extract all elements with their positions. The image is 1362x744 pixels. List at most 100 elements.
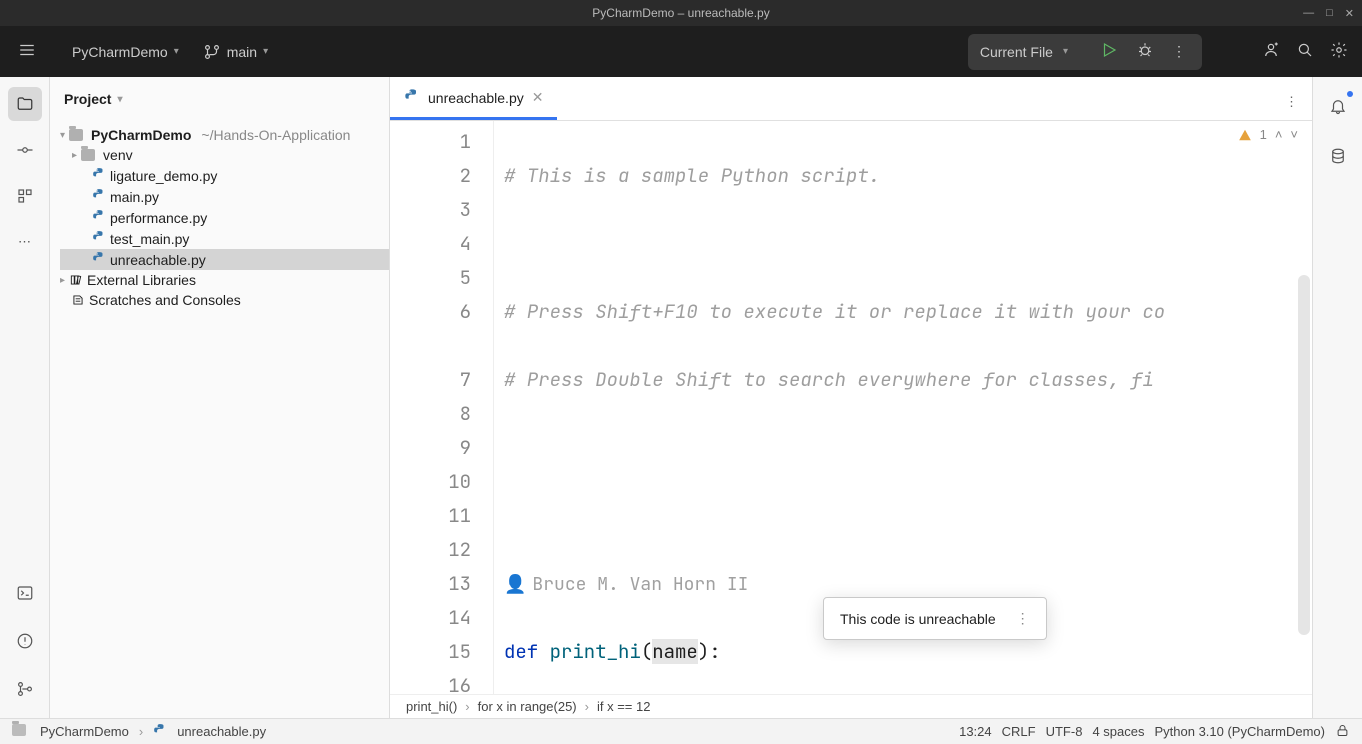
cursor-position[interactable]: 13:24 (959, 724, 992, 739)
project-tree: ▾ PyCharmDemo ~/Hands-On-Application ▸ v… (50, 121, 389, 718)
breadcrumb-separator-icon: › (585, 699, 589, 714)
window-minimize[interactable]: — (1303, 7, 1314, 20)
right-tool-rail (1312, 77, 1362, 718)
folder-icon (69, 129, 83, 141)
file-name-label: test_main.py (110, 231, 189, 247)
gutter: 123456 78910111213141516 (390, 121, 494, 694)
search-everywhere-button[interactable] (1292, 37, 1318, 66)
scratches-icon (71, 293, 85, 307)
code-comment: # Press Shift+F10 to execute it or repla… (504, 299, 1165, 324)
run-button[interactable] (1096, 37, 1122, 66)
expand-icon: ▾ (60, 130, 65, 141)
editor-tab[interactable]: unreachable.py ✕ (390, 78, 557, 120)
make-readonly-toggle[interactable] (1335, 723, 1350, 741)
directory-icon (12, 724, 30, 739)
settings-button[interactable] (1326, 37, 1352, 66)
status-bar: PyCharmDemo › unreachable.py 13:24 CRLF … (0, 718, 1362, 744)
tabs-more-button[interactable]: ⋮ (1271, 84, 1312, 120)
editor-breadcrumbs: print_hi() › for x in range(25) › if x =… (390, 694, 1312, 718)
code-comment: # Press Double Shift to search everywher… (504, 367, 1154, 392)
author-annotation: Bruce M. Van Horn II (532, 573, 748, 596)
python-file-icon (404, 88, 420, 107)
expand-icon: ▸ (72, 150, 77, 161)
editor-scrollbar[interactable] (1298, 141, 1310, 666)
file-name-label: main.py (110, 189, 159, 205)
prev-highlight-icon[interactable]: ˄ (1275, 127, 1283, 142)
editor-tabs: unreachable.py ✕ ⋮ (390, 77, 1312, 121)
project-panel-header[interactable]: Project ▾ (50, 77, 389, 121)
run-configuration-selector[interactable]: Current File ▾ ⋮ (968, 34, 1202, 70)
next-highlight-icon[interactable]: ˅ (1290, 127, 1298, 142)
terminal-tool-button[interactable] (8, 576, 42, 610)
inspection-count: 1 (1260, 127, 1267, 142)
breadcrumb-item[interactable]: if x == 12 (597, 699, 650, 714)
navbar-project[interactable]: PyCharmDemo (40, 724, 129, 739)
chevron-down-icon: ▾ (1063, 46, 1068, 57)
tree-external-libraries-node[interactable]: ▸ External Libraries (60, 270, 389, 290)
tree-scratches-node[interactable]: Scratches and Consoles (60, 290, 389, 310)
debug-button[interactable] (1132, 37, 1158, 66)
file-name-label: unreachable.py (110, 252, 206, 268)
problems-tool-button[interactable] (8, 624, 42, 658)
project-name-label: PyCharmDemo (72, 44, 168, 60)
notifications-button[interactable] (1321, 89, 1355, 123)
python-file-icon (92, 230, 106, 247)
main-menu-button[interactable] (10, 35, 44, 68)
indent-setting[interactable]: 4 spaces (1092, 724, 1144, 739)
tree-file-node[interactable]: ligature_demo.py (60, 165, 389, 186)
file-encoding[interactable]: UTF-8 (1046, 724, 1083, 739)
branch-icon (203, 43, 221, 61)
version-control-tool-button[interactable] (8, 672, 42, 706)
main-toolbar: PyCharmDemo ▾ main ▾ Current File ▾ ⋮ (0, 26, 1362, 77)
window-titlebar: PyCharmDemo – unreachable.py — □ ✕ (0, 0, 1362, 26)
project-dropdown[interactable]: PyCharmDemo ▾ (72, 44, 179, 60)
python-file-icon (153, 723, 167, 740)
tab-close-icon[interactable]: ✕ (532, 89, 544, 106)
root-path: ~/Hands-On-Application (201, 127, 350, 143)
external-libs-label: External Libraries (87, 272, 196, 288)
notification-dot-icon (1347, 91, 1353, 97)
scrollbar-thumb[interactable] (1298, 275, 1310, 635)
file-name-label: performance.py (110, 210, 207, 226)
breadcrumb-item[interactable]: print_hi() (406, 699, 457, 714)
tree-venv-node[interactable]: ▸ venv (60, 145, 389, 165)
database-tool-button[interactable] (1321, 139, 1355, 173)
tree-root-node[interactable]: ▾ PyCharmDemo ~/Hands-On-Application (60, 125, 389, 145)
chevron-down-icon: ▾ (263, 46, 268, 57)
code-with-me-button[interactable] (1258, 37, 1284, 66)
code-comment: # This is a sample Python script. (504, 163, 880, 188)
python-file-icon (92, 188, 106, 205)
inspections-widget[interactable]: 1 ˄ ˅ (1238, 127, 1298, 142)
warning-icon (1238, 128, 1252, 142)
navbar-file[interactable]: unreachable.py (177, 724, 266, 739)
window-maximize[interactable]: □ (1326, 7, 1333, 20)
tree-file-node[interactable]: main.py (60, 186, 389, 207)
breadcrumb-separator-icon: › (465, 699, 469, 714)
window-title: PyCharmDemo – unreachable.py (592, 6, 769, 20)
inspection-actions-button[interactable]: ⋮ (1016, 610, 1030, 627)
tree-file-node[interactable]: unreachable.py (60, 249, 389, 270)
project-panel-title: Project (64, 91, 111, 107)
python-interpreter[interactable]: Python 3.10 (PyCharmDemo) (1154, 724, 1325, 739)
breadcrumb-separator-icon: › (139, 724, 143, 739)
left-tool-rail: ⋯ (0, 77, 50, 718)
python-file-icon (92, 251, 106, 268)
line-separator[interactable]: CRLF (1002, 724, 1036, 739)
more-tools-button[interactable]: ⋯ (8, 225, 42, 259)
scratches-label: Scratches and Consoles (89, 292, 241, 308)
inspection-message: This code is unreachable (840, 611, 996, 627)
expand-icon: ▸ (60, 275, 65, 286)
tree-file-node[interactable]: test_main.py (60, 228, 389, 249)
structure-tool-button[interactable] (8, 179, 42, 213)
commit-tool-button[interactable] (8, 133, 42, 167)
vcs-branch-dropdown[interactable]: main ▾ (203, 43, 268, 61)
tree-file-node[interactable]: performance.py (60, 207, 389, 228)
inspection-tooltip: This code is unreachable ⋮ (823, 597, 1047, 640)
breadcrumb-item[interactable]: for x in range(25) (478, 699, 577, 714)
window-close[interactable]: ✕ (1345, 7, 1354, 20)
tab-label: unreachable.py (428, 90, 524, 106)
branch-name-label: main (227, 44, 257, 60)
more-run-options-button[interactable]: ⋮ (1168, 39, 1190, 64)
project-tool-button[interactable] (8, 87, 42, 121)
chevron-down-icon: ▾ (174, 46, 179, 57)
